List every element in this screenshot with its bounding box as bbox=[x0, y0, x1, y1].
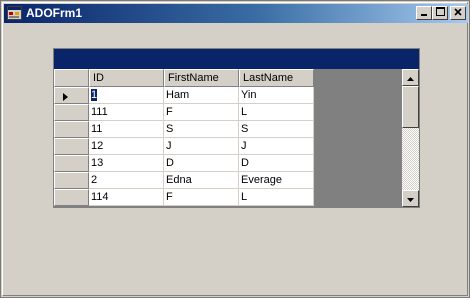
table-cell[interactable]: L bbox=[239, 189, 314, 206]
row-header[interactable] bbox=[54, 104, 89, 121]
table-cell[interactable]: 1 bbox=[89, 87, 164, 104]
application-window: ADOFrm1 ID FirstName LastName 1 Ham Yin … bbox=[0, 0, 470, 298]
table-row[interactable]: 11 S S bbox=[54, 121, 314, 138]
row-header[interactable] bbox=[54, 87, 89, 104]
window-title: ADOFrm1 bbox=[26, 6, 83, 20]
table-cell[interactable]: Everage bbox=[239, 172, 314, 189]
minimize-button[interactable] bbox=[416, 6, 432, 20]
close-icon bbox=[454, 7, 462, 19]
row-header[interactable] bbox=[54, 155, 89, 172]
scroll-down-button[interactable] bbox=[402, 190, 419, 207]
table-cell[interactable]: J bbox=[164, 138, 239, 155]
table-cell[interactable]: D bbox=[164, 155, 239, 172]
maximize-icon bbox=[435, 7, 445, 19]
table-cell[interactable]: Ham bbox=[164, 87, 239, 104]
table-row[interactable]: 12 J J bbox=[54, 138, 314, 155]
row-header[interactable] bbox=[54, 172, 89, 189]
scroll-up-button[interactable] bbox=[402, 69, 419, 86]
row-header[interactable] bbox=[54, 121, 89, 138]
row-header[interactable] bbox=[54, 138, 89, 155]
table-cell[interactable]: 13 bbox=[89, 155, 164, 172]
row-header[interactable] bbox=[54, 189, 89, 206]
column-header-firstname[interactable]: FirstName bbox=[164, 69, 239, 87]
grid-header-row: ID FirstName LastName bbox=[54, 69, 314, 87]
row-header-corner[interactable] bbox=[54, 69, 89, 87]
table-cell[interactable]: 111 bbox=[89, 104, 164, 121]
data-grid[interactable]: ID FirstName LastName 1 Ham Yin 111 F L bbox=[53, 48, 420, 208]
table-row[interactable]: 111 F L bbox=[54, 104, 314, 121]
table-cell[interactable]: S bbox=[239, 121, 314, 138]
title-bar[interactable]: ADOFrm1 bbox=[4, 4, 468, 23]
minimize-icon bbox=[420, 7, 428, 19]
scroll-up-arrow-icon bbox=[407, 72, 414, 84]
scroll-down-arrow-icon bbox=[407, 193, 414, 205]
table-cell[interactable]: L bbox=[239, 104, 314, 121]
table-cell[interactable]: Yin bbox=[239, 87, 314, 104]
table-cell[interactable]: D bbox=[239, 155, 314, 172]
column-header-lastname[interactable]: LastName bbox=[239, 69, 314, 87]
table-cell[interactable]: F bbox=[164, 189, 239, 206]
table-cell[interactable]: 114 bbox=[89, 189, 164, 206]
grid-rows: 1 Ham Yin 111 F L 11 S S 12 J J 13 D D 2… bbox=[54, 87, 314, 206]
table-cell[interactable]: S bbox=[164, 121, 239, 138]
table-cell[interactable]: 12 bbox=[89, 138, 164, 155]
selected-cell-text: 1 bbox=[91, 89, 98, 101]
table-cell[interactable]: Edna bbox=[164, 172, 239, 189]
grid-caption-bar bbox=[54, 49, 419, 69]
table-cell[interactable]: 11 bbox=[89, 121, 164, 138]
maximize-button[interactable] bbox=[432, 6, 448, 20]
table-cell[interactable]: F bbox=[164, 104, 239, 121]
table-row[interactable]: 1 Ham Yin bbox=[54, 87, 314, 104]
scrollbar-thumb[interactable] bbox=[402, 86, 419, 128]
column-header-id[interactable]: ID bbox=[89, 69, 164, 87]
table-row[interactable]: 2 Edna Everage bbox=[54, 172, 314, 189]
vertical-scrollbar[interactable] bbox=[402, 69, 419, 207]
table-row[interactable]: 114 F L bbox=[54, 189, 314, 206]
form-icon[interactable] bbox=[7, 6, 22, 20]
right-triangle-icon bbox=[63, 92, 68, 104]
close-button[interactable] bbox=[450, 6, 466, 20]
table-cell[interactable]: J bbox=[239, 138, 314, 155]
table-cell[interactable]: 2 bbox=[89, 172, 164, 189]
table-row[interactable]: 13 D D bbox=[54, 155, 314, 172]
